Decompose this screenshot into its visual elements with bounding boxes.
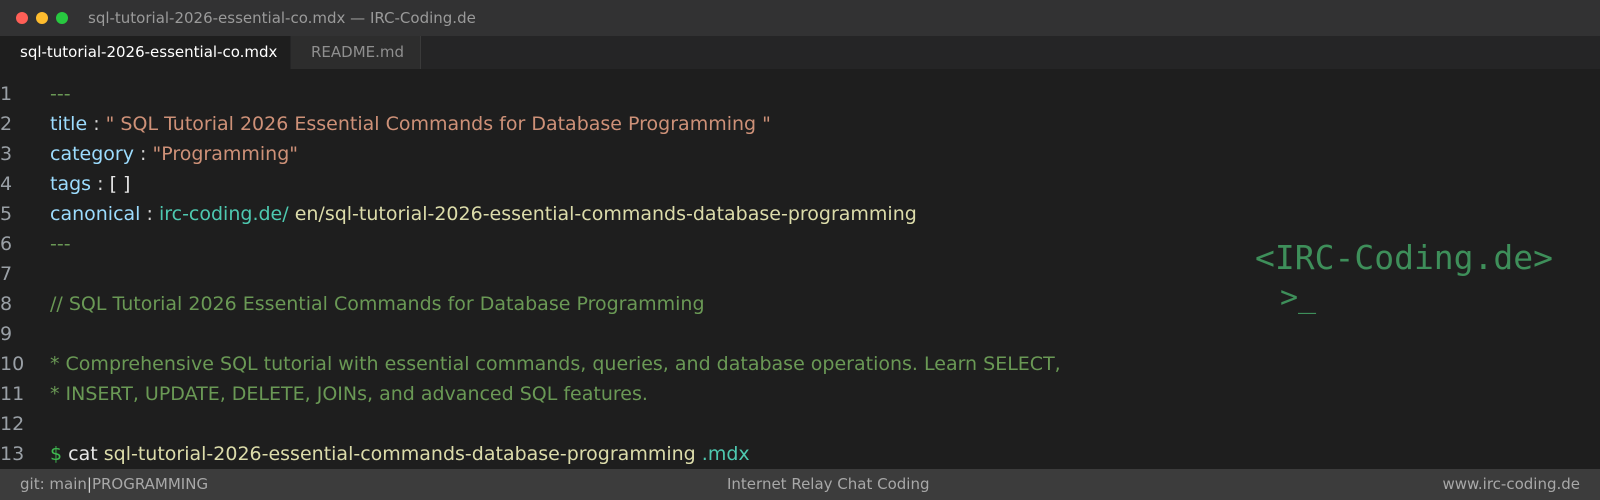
tab-readme[interactable]: README.md [291,36,421,69]
code-line: 7 [0,259,1240,289]
shell-file-extension: .mdx [701,443,750,465]
code-comment: // SQL Tutorial 2026 Essential Commands … [50,293,705,315]
status-website-link[interactable]: www.irc-coding.de [1442,469,1580,500]
code-line: 10 * Comprehensive SQL tutorial with ess… [0,349,1240,379]
frontmatter-key: category [50,143,134,165]
line-number: 11 [0,383,25,405]
frontmatter-key: tags [50,173,92,195]
canonical-domain: irc-coding.de/ [158,203,289,225]
code-line: 1 --- [0,79,1240,109]
shell-prompt: $ [50,443,63,465]
frontmatter-delimiter: --- [50,83,71,105]
title-bar: sql-tutorial-2026-essential-co.mdx — IRC… [0,0,1600,36]
line-number: 8 [0,293,13,315]
editor-window: sql-tutorial-2026-essential-co.mdx — IRC… [0,0,1600,500]
status-left: git: main|PROGRAMMING [20,469,208,500]
tab-bar: sql-tutorial-2026-essential-co.mdx READM… [0,36,1600,69]
frontmatter-value: [ ] [109,173,131,195]
line-number: 1 [0,83,13,105]
code-line: 4 tags : [ ] [0,169,1240,199]
code-line: 3 category : "Programming" [0,139,1240,169]
status-tagline: Internet Relay Chat Coding [727,475,930,493]
code-line: 12 [0,409,1240,439]
close-window-button[interactable] [16,12,28,24]
tab-sql-tutorial[interactable]: sql-tutorial-2026-essential-co.mdx [0,36,290,69]
code-line: 13 $ cat sql-tutorial-2026-essential-com… [0,439,1240,469]
status-bar: git: main|PROGRAMMING Internet Relay Cha… [0,469,1600,500]
shell-command: cat [68,443,98,465]
git-branch[interactable]: git: main [20,475,87,493]
line-number: 3 [0,143,13,165]
code-line: 2 title : " SQL Tutorial 2026 Essential … [0,109,1240,139]
window-title: sql-tutorial-2026-essential-co.mdx — IRC… [88,9,476,27]
code-comment: * Comprehensive SQL tutorial with essent… [50,353,1061,375]
frontmatter-separator: : [93,113,100,135]
code-line: 5 canonical : irc-coding.de/ en/sql-tuto… [0,199,1240,229]
line-number: 7 [0,263,13,285]
frontmatter-key: canonical [50,203,141,225]
line-number: 5 [0,203,13,225]
code-line: 9 [0,319,1240,349]
frontmatter-delimiter: --- [50,233,71,255]
frontmatter-separator: : [140,143,147,165]
code-line: 8 // SQL Tutorial 2026 Essential Command… [0,289,1240,319]
line-number: 9 [0,323,13,345]
line-number: 13 [0,443,25,465]
frontmatter-value: " SQL Tutorial 2026 Essential Commands f… [105,113,771,135]
line-number: 4 [0,173,13,195]
line-number: 12 [0,413,25,435]
canonical-path: en/sql-tutorial-2026-essential-commands-… [294,203,917,225]
frontmatter-key: title [50,113,88,135]
maximize-window-button[interactable] [56,12,68,24]
line-number: 2 [0,113,13,135]
terminal-prompt-icon: >_ [1280,280,1317,315]
line-number: 10 [0,353,25,375]
irc-coding-logo: <IRC-Coding.de> [1255,238,1554,277]
code-comment: * INSERT, UPDATE, DELETE, JOINs, and adv… [50,383,648,405]
frontmatter-value: "Programming" [152,143,299,165]
code-line: 11 * INSERT, UPDATE, DELETE, JOINs, and … [0,379,1240,409]
shell-file-name: sql-tutorial-2026-essential-commands-dat… [103,443,696,465]
code-line: 6 --- [0,229,1240,259]
line-number: 6 [0,233,13,255]
frontmatter-separator: : [97,173,104,195]
frontmatter-separator: : [146,203,153,225]
minimize-window-button[interactable] [36,12,48,24]
status-category: PROGRAMMING [91,475,209,493]
